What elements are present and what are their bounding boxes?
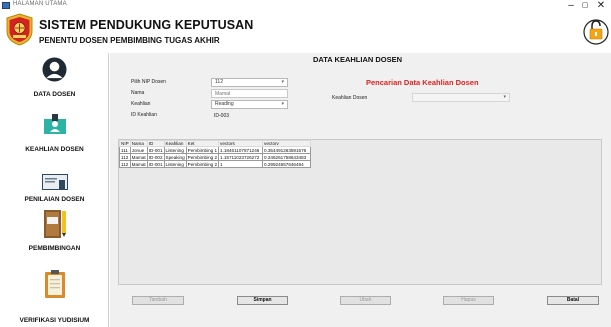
table-cell: 111 <box>119 146 131 154</box>
column-header[interactable]: Keahlian <box>163 140 187 147</box>
tambah-button[interactable]: Tambah <box>132 296 184 305</box>
id-card-icon <box>44 114 66 134</box>
data-table: NIP Nama ID Keahlian Ket vectors vectorv… <box>119 140 312 168</box>
batal-button[interactable]: Batal <box>547 296 599 305</box>
table-cell: 0.29924657646494 <box>262 160 312 168</box>
window-titlebar: HALAMAN UTAMA – ▢ ✕ <box>0 0 611 12</box>
hapus-button[interactable]: Hapus <box>443 296 494 305</box>
sidebar-item-label: VERIFIKASI YUDISIUM <box>19 317 90 324</box>
table-cell: Pembimbing 2 <box>185 153 220 161</box>
chevron-down-icon: ▾ <box>503 94 506 100</box>
ubah-button[interactable]: Ubah <box>340 296 391 305</box>
keahlian-dosen-label: Keahlian Dosen <box>332 95 368 101</box>
notebook-pencil-icon <box>44 210 66 238</box>
table-cell: Mamat <box>129 160 148 168</box>
search-title: Pencarian Data Keahlian Dosen <box>366 78 479 87</box>
nama-input[interactable] <box>211 89 288 98</box>
table-cell: 0.346261758643483 <box>262 153 312 161</box>
sidebar-item-verifikasi-yudisium[interactable]: VERIFIKASI YUDISIUM <box>0 259 109 327</box>
id-keahlian-value: ID-003 <box>214 113 230 119</box>
simpan-button[interactable]: Simpan <box>237 296 288 305</box>
nip-select[interactable]: 112 ▾ <box>211 78 288 87</box>
table-row[interactable]: 112 Mamat ID-001 Listening Pembimbing 2 … <box>119 160 312 168</box>
chevron-down-icon: ▾ <box>281 79 284 85</box>
window-title: HALAMAN UTAMA <box>13 1 67 7</box>
table-cell: 112 <box>119 153 131 161</box>
table-row[interactable]: 111 Jonue ID-001 Listening Pembimbing 1 … <box>119 146 312 154</box>
sidebar-item-data-dosen[interactable]: DATA DOSEN <box>0 53 109 105</box>
app-subtitle: PENENTU DOSEN PEMBIMBING TUGAS AKHIR <box>39 36 220 45</box>
nip-select-value: 112 <box>215 79 223 85</box>
app-title: SISTEM PENDUKUNG KEPUTUSAN <box>39 18 254 32</box>
table-row[interactable]: 112 Mamat ID-002 Speaking Pembimbing 2 1… <box>119 153 312 161</box>
table-cell: Mamat <box>129 153 148 161</box>
sidebar-item-label: DATA DOSEN <box>33 91 76 98</box>
table-cell: ID-002 <box>146 153 165 161</box>
university-logo-icon <box>6 13 33 46</box>
table-cell: Pembimbing 2 <box>185 160 220 168</box>
certificate-icon <box>42 174 68 190</box>
table-cell: 112 <box>119 160 131 168</box>
sidebar-item-pembimbingan[interactable]: PEMBIMBINGAN <box>0 207 109 257</box>
main-panel: DATA KEAHLIAN DOSEN Pilih NIP Dosen 112 … <box>110 53 611 327</box>
table-cell: Pembimbing 1 <box>185 146 220 154</box>
table-cell: 1.15711023726272 <box>218 153 264 161</box>
clipboard-icon <box>45 270 65 298</box>
maximize-button[interactable]: ▢ <box>578 0 592 12</box>
sidebar-item-penilaian-dosen[interactable]: PENILAIAN DOSEN <box>0 157 109 207</box>
app-header: SISTEM PENDUKUNG KEPUTUSAN PENENTU DOSEN… <box>0 12 611 50</box>
table-cell: ID-001 <box>146 160 165 168</box>
user-avatar-icon <box>42 57 67 82</box>
chevron-down-icon: ▾ <box>281 101 284 107</box>
column-header[interactable]: NIP <box>119 140 131 147</box>
keahlian-dosen-select[interactable]: ▾ <box>412 93 510 102</box>
table-cell: Listening <box>163 146 187 154</box>
app-window-icon <box>2 2 10 9</box>
sidebar: DATA DOSEN KEAHLIAN DOSEN PENILAIAN DOSE… <box>0 53 109 327</box>
keahlian-select-value: Reading <box>215 101 234 107</box>
close-button[interactable]: ✕ <box>594 0 608 12</box>
table-cell: 1.18461107871246 <box>218 146 264 154</box>
id-keahlian-label: ID Keahlian <box>131 112 157 118</box>
sidebar-item-label: KEAHLIAN DOSEN <box>25 146 84 153</box>
keahlian-data-grid[interactable]: NIP Nama ID Keahlian Ket vectors vectorv… <box>118 139 602 285</box>
sidebar-item-label: PENILAIAN DOSEN <box>24 196 85 203</box>
nip-label: Pilih NIP Dosen <box>131 79 166 85</box>
sidebar-item-label: PEMBIMBINGAN <box>28 245 81 252</box>
keahlian-label: Keahlian <box>131 101 151 107</box>
form-title: DATA KEAHLIAN DOSEN <box>313 55 403 64</box>
minimize-button[interactable]: – <box>564 0 578 12</box>
table-cell: 1 <box>218 160 264 168</box>
sidebar-item-keahlian-dosen[interactable]: KEAHLIAN DOSEN <box>0 105 109 157</box>
logout-lock-icon[interactable] <box>583 14 609 47</box>
table-cell: 0.354491263591576 <box>262 146 312 154</box>
keahlian-select[interactable]: Reading ▾ <box>211 100 288 109</box>
table-cell: ID-001 <box>146 146 165 154</box>
table-cell: Jonue <box>129 146 148 154</box>
table-cell: Speaking <box>163 153 187 161</box>
nama-label: Nama <box>131 90 145 96</box>
table-cell: Listening <box>163 160 187 168</box>
